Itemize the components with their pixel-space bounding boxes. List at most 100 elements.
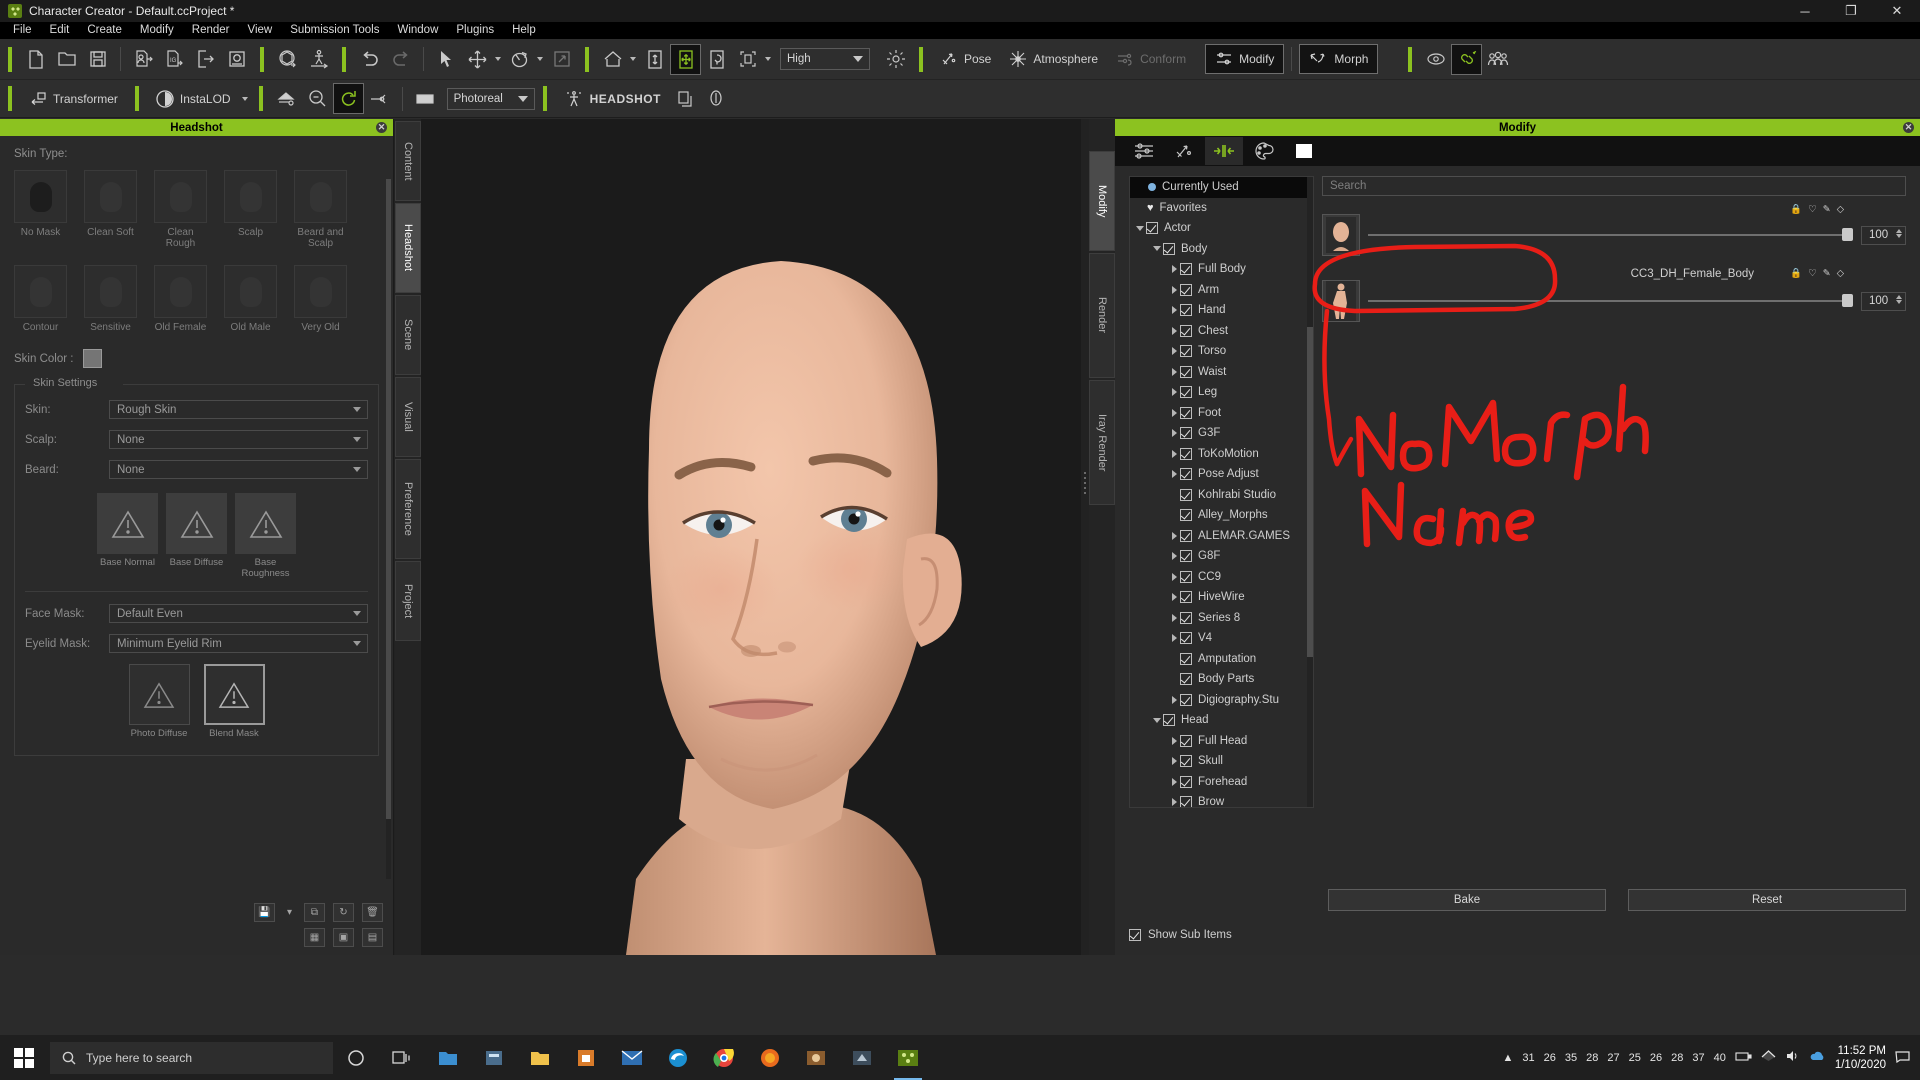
tree-checkbox[interactable] [1180,488,1192,501]
tree-item-alley-morphs[interactable]: Alley_Morphs [1130,505,1313,526]
tree-item-chest[interactable]: Chest [1130,321,1313,342]
tree-item-favorites[interactable]: ♥ Favorites [1130,198,1313,219]
explorer-blue-icon[interactable] [425,1035,471,1080]
tree-checkbox[interactable] [1146,222,1158,235]
tree-checkbox[interactable] [1180,796,1192,807]
instalod-button[interactable]: InstaLOD [147,84,240,114]
expand-arrow-open-icon[interactable] [1134,222,1146,234]
expand-arrow-icon[interactable] [1168,448,1180,460]
modify-button[interactable]: Modify [1205,44,1285,74]
import-morph-icon[interactable]: IG [159,44,190,75]
move-tool-dropdown-icon[interactable] [495,57,501,61]
unreal-icon[interactable] [839,1035,885,1080]
morph-2-slider[interactable] [1368,291,1853,311]
menu-modify[interactable]: Modify [131,22,183,39]
tree-checkbox[interactable] [1180,652,1192,665]
tree-checkbox[interactable] [1180,406,1192,419]
expand-arrow-open-icon[interactable] [1151,714,1163,726]
store-icon[interactable] [471,1035,517,1080]
skin-type-old-female[interactable]: Old Female [154,265,207,333]
crowd-icon[interactable] [1482,44,1513,75]
tree-checkbox[interactable] [1180,509,1192,522]
show-sub-items-checkbox[interactable] [1129,929,1141,941]
photo-diffuse-map[interactable]: Photo Diffuse [128,664,190,739]
frame-selected-icon[interactable] [732,44,763,75]
instalod-dropdown-icon[interactable] [241,96,248,101]
menu-window[interactable]: Window [388,22,447,39]
menu-file[interactable]: File [4,22,41,39]
skin-type-no-mask[interactable]: No Mask [14,170,67,249]
ms-store-icon[interactable] [563,1035,609,1080]
expand-arrow-icon[interactable] [1168,591,1180,603]
search-input[interactable]: Search [1322,176,1906,196]
conform-button[interactable]: Conform [1107,44,1195,74]
tree-item-body-parts[interactable]: Body Parts [1130,669,1313,690]
search-input[interactable]: Type here to search [50,1041,333,1074]
tree-item-v4[interactable]: V4 [1130,628,1313,649]
tree-scrollbar[interactable] [1307,177,1313,807]
save-project-icon[interactable] [82,44,113,75]
tree-checkbox[interactable] [1180,447,1192,460]
edge-icon[interactable] [655,1035,701,1080]
mail-icon[interactable] [609,1035,655,1080]
reallusion-icon[interactable] [793,1035,839,1080]
favorite-icon[interactable]: ♡ [1808,268,1817,279]
menu-help[interactable]: Help [503,22,545,39]
tree-item-actor[interactable]: Actor [1130,218,1313,239]
tree-checkbox[interactable] [1180,591,1192,604]
face-mask-select[interactable]: Default Even [109,604,368,623]
windows-start-icon[interactable] [0,1035,48,1080]
copy-preset-icon[interactable] [670,83,701,114]
expand-arrow-icon[interactable] [1168,366,1180,378]
slider-knob[interactable] [1842,228,1853,241]
smooth-mesh-icon[interactable] [271,83,302,114]
expand-arrow-icon[interactable] [1168,284,1180,296]
eye-toggle-icon[interactable] [1420,44,1451,75]
tree-item-foot[interactable]: Foot [1130,403,1313,424]
save-preset-icon[interactable]: 💾 [254,903,275,922]
node-editor-icon[interactable] [364,83,395,114]
onedrive-icon[interactable] [1809,1051,1826,1065]
scalp-select[interactable]: None [109,430,368,449]
body-thumb[interactable] [1322,280,1360,322]
grid-icon[interactable]: ▦ [304,928,325,947]
frame-dropdown-icon[interactable] [765,57,771,61]
quality-select[interactable]: High [780,48,870,70]
tree-item-head[interactable]: Head [1130,710,1313,731]
skin-color-swatch[interactable] [83,349,103,368]
volume-icon[interactable] [1785,1050,1800,1065]
tree-item-pose-adjust[interactable]: Pose Adjust [1130,464,1313,485]
tree-checkbox[interactable] [1180,304,1192,317]
blend-mask-map[interactable]: Blend Mask [203,664,265,739]
expand-arrow-icon[interactable] [1168,632,1180,644]
scale-tool-icon[interactable] [546,44,577,75]
tab-visual[interactable]: Visual [395,377,421,457]
tree-item-digiography-stu[interactable]: Digiography.Stu [1130,690,1313,711]
tree-item-g8f[interactable]: G8F [1130,546,1313,567]
close-button[interactable]: ✕ [1874,0,1920,22]
tree-checkbox[interactable] [1180,283,1192,296]
beard-select[interactable]: None [109,460,368,479]
tree-checkbox[interactable] [1180,529,1192,542]
reset-icon[interactable]: ◇ [1837,268,1844,279]
tree-checkbox[interactable] [1180,570,1192,583]
tree-item-full-body[interactable]: Full Body [1130,259,1313,280]
atmosphere-button[interactable]: Atmosphere [1000,44,1107,74]
tab-morph[interactable] [1205,137,1243,165]
tree-item-arm[interactable]: Arm [1130,280,1313,301]
morph-1-slider[interactable] [1368,225,1853,245]
menu-plugins[interactable]: Plugins [447,22,503,39]
orbit-view-icon[interactable] [701,44,732,75]
expand-arrow-icon[interactable] [1168,755,1180,767]
head-thumb[interactable] [1322,214,1360,256]
tab-iray-render[interactable]: Iray Render [1089,380,1115,505]
base-roughness-map[interactable]: Base Roughness [235,493,296,579]
reset-button[interactable]: Reset [1628,889,1906,911]
battery-icon[interactable] [1735,1051,1752,1065]
3d-viewport[interactable]: Project Triangle : 35654 Selected Triang… [421,119,1081,955]
skin-type-old-male[interactable]: Old Male [224,265,277,333]
skin-type-scalp[interactable]: Scalp [224,170,277,249]
spinner-icon[interactable] [1894,294,1904,309]
tree-item-waist[interactable]: Waist [1130,362,1313,383]
screen-icon[interactable] [410,83,441,114]
